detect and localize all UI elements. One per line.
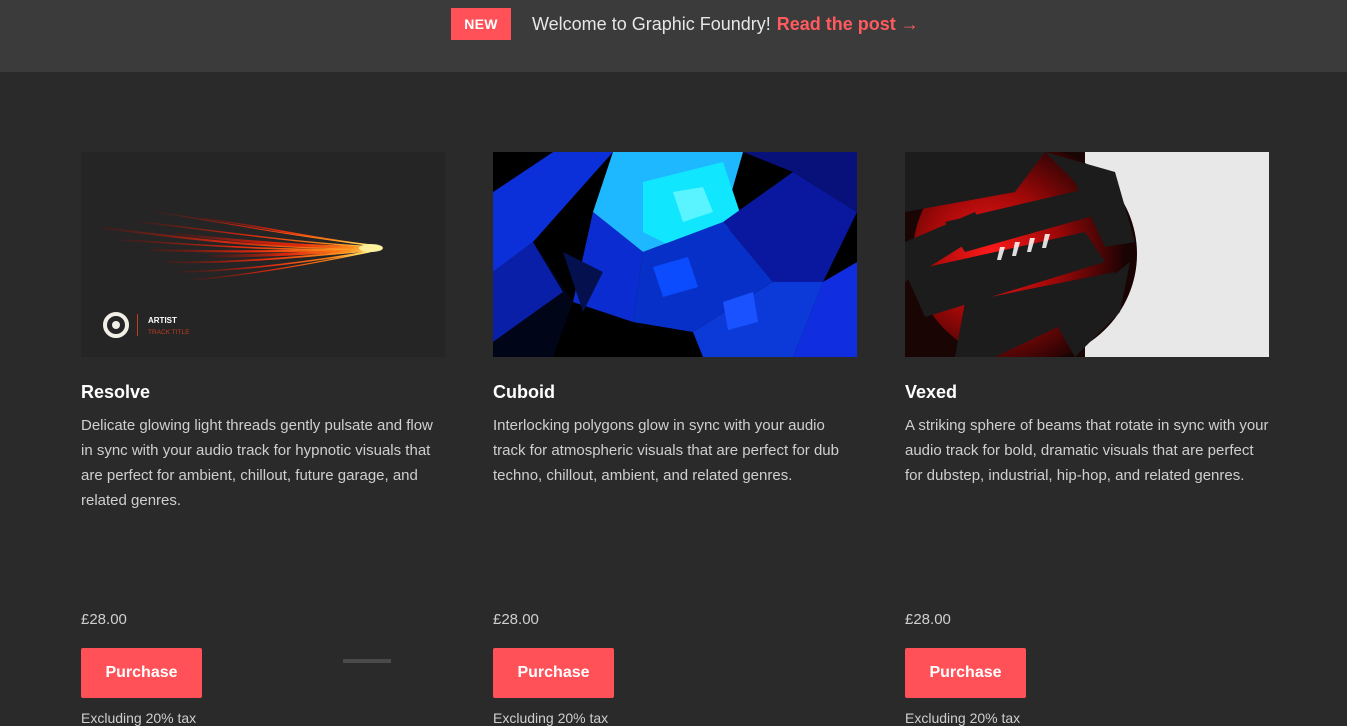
- banner-text: Welcome to Graphic Foundry!: [532, 13, 771, 34]
- product-price: £28.00: [493, 611, 539, 628]
- purchase-button[interactable]: Purchase: [905, 648, 1026, 698]
- tax-note: Excluding 20% tax: [905, 710, 1021, 726]
- product-description: Interlocking polygons glow in sync with …: [493, 417, 839, 484]
- announcement-banner: NEW Welcome to Graphic Foundry! Read the…: [0, 0, 1347, 72]
- tax-note: Excluding 20% tax: [81, 710, 197, 726]
- vexed-thumbnail[interactable]: [905, 152, 1269, 357]
- read-post-link[interactable]: Read the post →: [777, 14, 919, 35]
- product-grid: ARTIST TRACK TITLE Resolve Delicate glow…: [0, 72, 1347, 726]
- tax-note: Excluding 20% tax: [493, 710, 609, 726]
- product-card-cuboid: Cuboid Interlocking polygons glow in syn…: [493, 152, 857, 726]
- purchase-button[interactable]: Purchase: [493, 648, 614, 698]
- purchase-button[interactable]: Purchase: [81, 648, 202, 698]
- cuboid-thumbnail[interactable]: [493, 152, 857, 357]
- product-price: £28.00: [81, 611, 127, 628]
- scroll-indicator: [343, 659, 391, 663]
- banner-content: NEW Welcome to Graphic Foundry! Read the…: [451, 8, 919, 40]
- product-title[interactable]: Vexed: [905, 382, 957, 403]
- product-title[interactable]: Resolve: [81, 382, 150, 403]
- product-description: Delicate glowing light threads gently pu…: [81, 417, 433, 509]
- thumb-track-text: TRACK TITLE: [148, 329, 190, 336]
- product-title[interactable]: Cuboid: [493, 382, 555, 403]
- new-badge: NEW: [451, 8, 511, 40]
- product-card-vexed: Vexed A striking sphere of beams that ro…: [905, 152, 1269, 726]
- product-description: A striking sphere of beams that rotate i…: [905, 417, 1269, 484]
- thumb-artist-text: ARTIST: [148, 316, 177, 325]
- product-price: £28.00: [905, 611, 951, 628]
- resolve-thumbnail[interactable]: ARTIST TRACK TITLE: [81, 152, 445, 357]
- product-card-resolve: ARTIST TRACK TITLE Resolve Delicate glow…: [81, 152, 445, 726]
